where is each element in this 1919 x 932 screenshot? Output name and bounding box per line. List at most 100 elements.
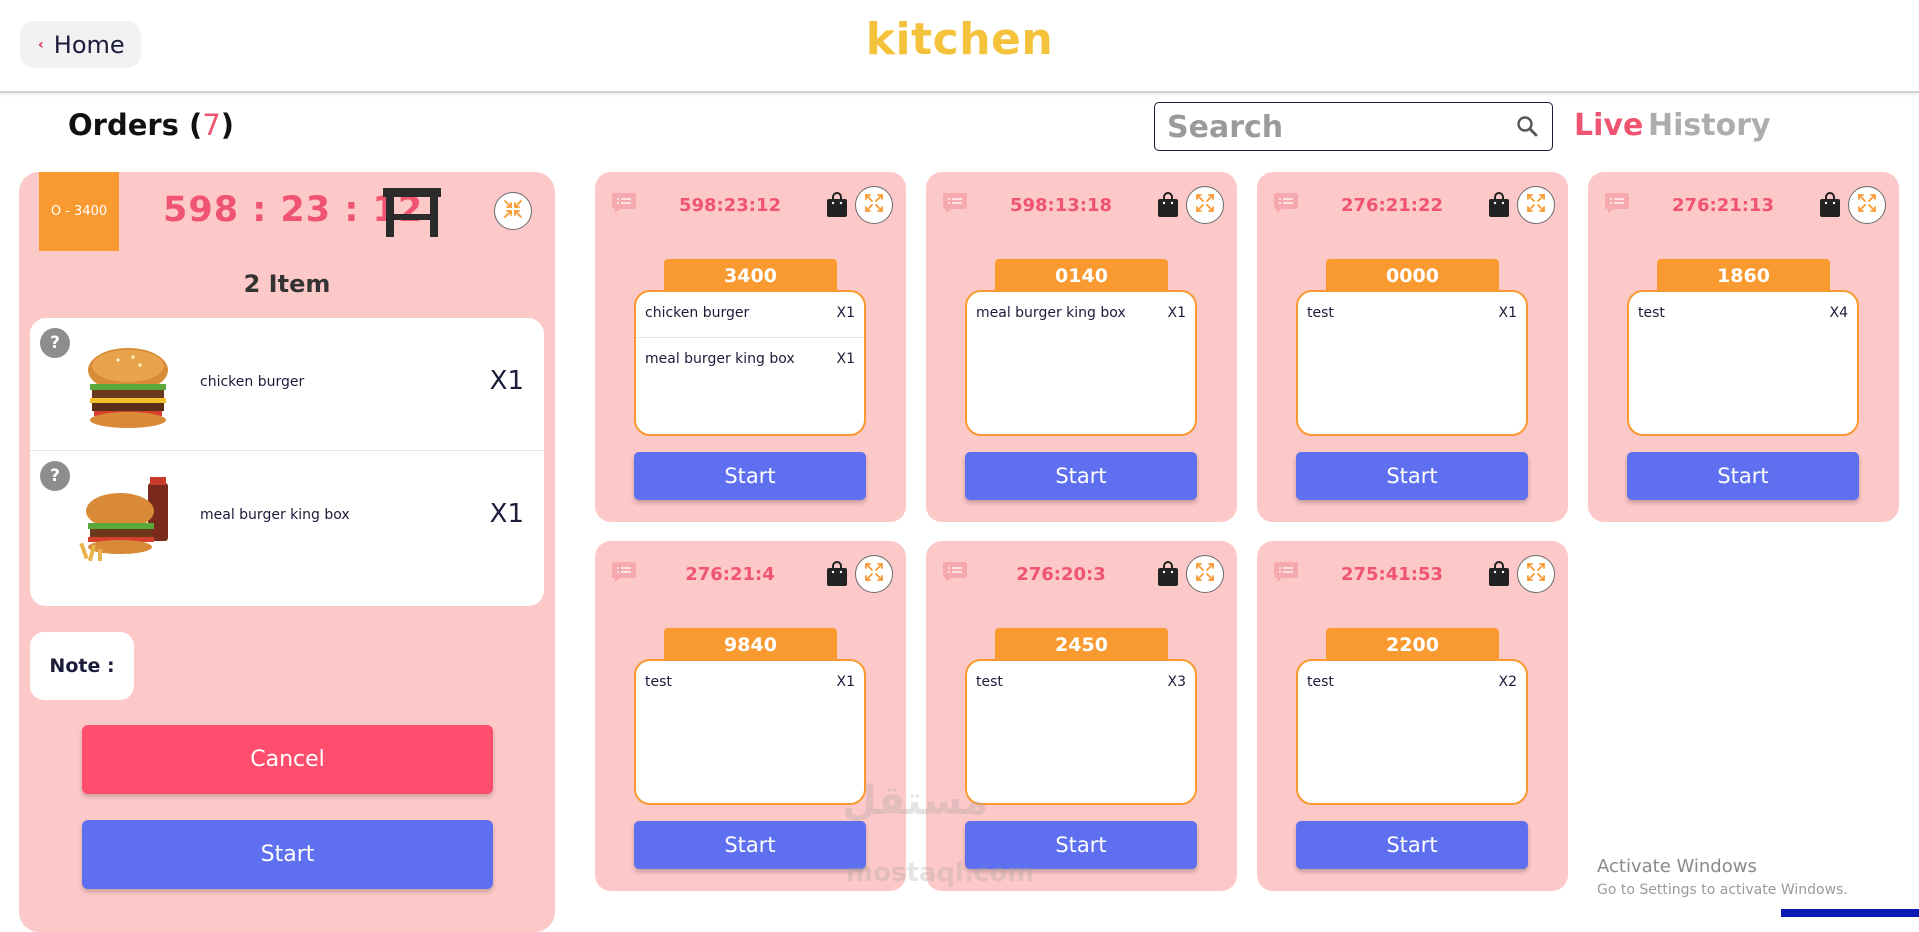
item-name: test xyxy=(1307,305,1334,321)
order-timer: 276:21:13 xyxy=(1671,195,1775,216)
start-button[interactable]: Start xyxy=(965,452,1197,500)
order-card[interactable]: 598:23:12 3400 chicken burger X1 meal burger… xyxy=(595,172,906,522)
top-bar: ‹ Home kitchen xyxy=(0,0,1919,93)
orders-title: Orders (7) xyxy=(68,108,234,142)
chicken-burger-image xyxy=(78,340,178,434)
meal-box-image xyxy=(78,473,182,567)
orders-count-close: ) xyxy=(220,108,235,142)
item-name: test xyxy=(1307,674,1334,690)
expand-button[interactable] xyxy=(855,186,893,224)
order-timer: 276:21:22 xyxy=(1340,195,1444,216)
list-item: ? chicken burger X1 xyxy=(30,318,544,450)
item-quantity: X1 xyxy=(836,351,856,367)
order-items-list: meal burger king box X1 xyxy=(965,290,1197,436)
expand-icon xyxy=(1526,193,1546,217)
item-quantity: X4 xyxy=(1829,305,1849,321)
bag-icon xyxy=(826,192,848,222)
watermark-latin: mostaql.com xyxy=(846,858,1035,888)
start-button[interactable]: Start xyxy=(82,820,493,889)
cancel-button[interactable]: Cancel xyxy=(82,725,493,794)
item-name: meal burger king box xyxy=(976,305,1126,321)
order-items-list: test X1 xyxy=(1296,290,1528,436)
bag-icon xyxy=(1157,561,1179,591)
expand-button[interactable] xyxy=(1517,186,1555,224)
item-name: meal burger king box xyxy=(200,507,350,523)
order-tag: O - 3400 xyxy=(39,172,119,251)
order-items-list: test X4 xyxy=(1627,290,1859,436)
item-quantity: X1 xyxy=(836,674,856,690)
app-title: kitchen xyxy=(865,14,1054,65)
expand-button[interactable] xyxy=(1186,186,1224,224)
bag-icon xyxy=(1488,192,1510,222)
collapse-button[interactable] xyxy=(494,192,532,230)
expand-button[interactable] xyxy=(1848,186,1886,224)
expand-icon xyxy=(1195,193,1215,217)
expand-button[interactable] xyxy=(855,555,893,593)
activate-windows-title: Activate Windows xyxy=(1597,856,1757,877)
list-item: test X3 xyxy=(967,661,1195,706)
order-timer: 598:13:18 xyxy=(1009,195,1113,216)
order-items-list: test X2 xyxy=(1296,659,1528,805)
order-card[interactable]: 276:21:22 0000 test X1 Start xyxy=(1257,172,1568,522)
start-button[interactable]: Start xyxy=(634,821,866,869)
order-code: 0140 xyxy=(995,259,1168,293)
start-button[interactable]: Start xyxy=(634,452,866,500)
item-quantity: X1 xyxy=(1498,305,1518,321)
expand-icon xyxy=(864,562,884,586)
item-name: chicken burger xyxy=(645,305,750,321)
start-button[interactable]: Start xyxy=(1296,821,1528,869)
order-items-list: chicken burger X1 meal burger king box X1 xyxy=(634,290,866,436)
expand-icon xyxy=(1857,193,1877,217)
order-items-list: test X1 xyxy=(634,659,866,805)
list-item: test X1 xyxy=(1298,292,1526,337)
order-card[interactable]: 276:20:3 2450 test X3 Start xyxy=(926,541,1237,891)
tab-history[interactable]: History xyxy=(1648,108,1771,143)
tab-live[interactable]: Live xyxy=(1574,108,1643,143)
search-box xyxy=(1154,102,1553,151)
orders-count-open: ( xyxy=(178,108,203,142)
items-card: ? chicken burger X1 ? meal burger king b… xyxy=(30,318,544,606)
start-button[interactable]: Start xyxy=(1296,452,1528,500)
order-code: 2450 xyxy=(995,628,1168,662)
list-item: test X1 xyxy=(636,661,864,706)
order-timer: 275:41:53 xyxy=(1340,564,1444,585)
item-count: 2 Item xyxy=(243,270,331,298)
item-quantity: X1 xyxy=(836,305,856,321)
order-timer: 276:20:3 xyxy=(1016,564,1106,585)
order-code: 3400 xyxy=(664,259,837,293)
orders-label: Orders xyxy=(68,108,179,142)
order-code: 2200 xyxy=(1326,628,1499,662)
order-card[interactable]: 598:13:18 0140 meal burger king box X1 Start xyxy=(926,172,1237,522)
activate-windows-subtitle: Go to Settings to activate Windows. xyxy=(1597,882,1848,898)
item-quantity: X3 xyxy=(1167,674,1187,690)
table-icon xyxy=(382,186,442,242)
bag-icon xyxy=(1157,192,1179,222)
item-name: test xyxy=(645,674,672,690)
item-quantity: X1 xyxy=(489,366,524,396)
start-button[interactable]: Start xyxy=(1627,452,1859,500)
list-item: meal burger king box X1 xyxy=(967,292,1195,337)
order-card[interactable]: 276:21:13 1860 test X4 Start xyxy=(1588,172,1899,522)
order-timer: 598:23:12 xyxy=(678,195,782,216)
order-detail-panel: O - 3400 598 : 23 : 12 2 Item ? chicken … xyxy=(19,172,555,932)
collapse-icon xyxy=(503,199,523,223)
bag-icon xyxy=(1488,561,1510,591)
search-icon[interactable] xyxy=(1516,115,1538,141)
item-quantity: X1 xyxy=(489,499,524,529)
expand-button[interactable] xyxy=(1517,555,1555,593)
note-label[interactable]: Note : xyxy=(30,632,134,700)
order-code: 1860 xyxy=(1657,259,1830,293)
search-input[interactable] xyxy=(1165,109,1509,145)
help-icon[interactable]: ? xyxy=(40,461,70,491)
order-card[interactable]: 276:21:4 9840 test X1 Start xyxy=(595,541,906,891)
expand-icon xyxy=(1195,562,1215,586)
item-quantity: X1 xyxy=(1167,305,1187,321)
taskbar-fragment xyxy=(1781,909,1919,917)
order-code: 9840 xyxy=(664,628,837,662)
order-card[interactable]: 275:41:53 2200 test X2 Start xyxy=(1257,541,1568,891)
expand-button[interactable] xyxy=(1186,555,1224,593)
list-item: test X4 xyxy=(1629,292,1857,337)
watermark-arabic: مستقل xyxy=(842,778,989,824)
item-quantity: X2 xyxy=(1498,674,1518,690)
help-icon[interactable]: ? xyxy=(40,328,70,358)
